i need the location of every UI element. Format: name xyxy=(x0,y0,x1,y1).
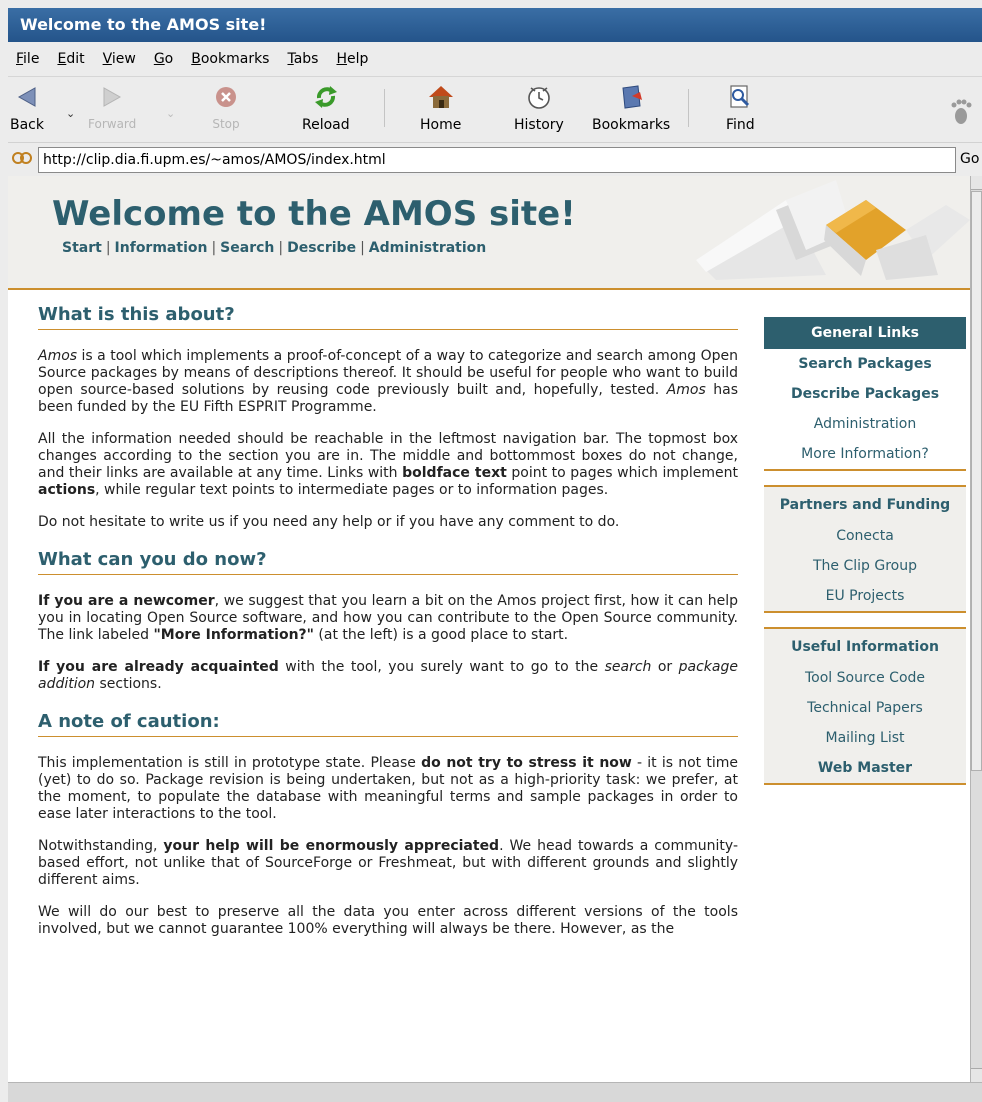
sidebar-item-tool-source-code[interactable]: Tool Source Code xyxy=(764,663,966,693)
back-arrow-icon xyxy=(13,83,41,111)
find-icon xyxy=(726,83,754,111)
bookmarks-icon xyxy=(617,83,645,111)
window-title-bar: Welcome to the AMOS site! xyxy=(8,8,982,42)
amos-logo xyxy=(676,180,970,288)
nav-start[interactable]: Start xyxy=(62,240,102,256)
reload-button[interactable]: Reload xyxy=(302,83,350,133)
stop-button[interactable]: Stop xyxy=(212,83,240,131)
stop-label: Stop xyxy=(212,117,240,131)
menu-file[interactable]: File xyxy=(16,51,39,67)
find-label: Find xyxy=(726,117,755,133)
bookmarks-label: Bookmarks xyxy=(592,117,671,133)
menu-edit[interactable]: Edit xyxy=(57,51,84,67)
nav-administration[interactable]: Administration xyxy=(369,240,486,256)
history-button[interactable]: History xyxy=(514,83,564,133)
find-button[interactable]: Find xyxy=(726,83,755,133)
url-input[interactable]: http://clip.dia.fi.upm.es/~amos/AMOS/ind… xyxy=(38,147,956,173)
toolbar-separator xyxy=(688,89,689,127)
about-paragraph-2: All the information needed should be rea… xyxy=(38,431,738,498)
home-icon xyxy=(427,83,455,111)
section-title-caution: A note of caution: xyxy=(38,713,738,737)
site-header: Welcome to the AMOS site! Start | Informat… xyxy=(8,176,970,290)
sidebar-item-technical-papers[interactable]: Technical Papers xyxy=(764,693,966,723)
throbber-footprint-icon xyxy=(950,99,972,129)
useful-info-box: Useful Information Tool Source Code Tech… xyxy=(764,627,966,785)
general-links-title: General Links xyxy=(764,317,966,349)
forward-label: Forward xyxy=(88,117,137,131)
site-icon xyxy=(12,151,32,169)
section-title-now: What can you do now? xyxy=(38,551,738,575)
sidebar-item-clip-group[interactable]: The Clip Group xyxy=(764,551,966,581)
address-bar: http://clip.dia.fi.upm.es/~amos/AMOS/ind… xyxy=(8,142,982,176)
general-links-box: General Links Search Packages Describe P… xyxy=(764,317,966,471)
sidebar-item-describe-packages[interactable]: Describe Packages xyxy=(764,379,966,409)
sidebar-item-conecta[interactable]: Conecta xyxy=(764,521,966,551)
reload-label: Reload xyxy=(302,117,350,133)
partners-box: Partners and Funding Conecta The Clip Gr… xyxy=(764,485,966,613)
toolbar-separator xyxy=(384,89,385,127)
history-icon xyxy=(525,83,553,111)
scrollbar-thumb[interactable] xyxy=(971,191,982,771)
menu-view[interactable]: View xyxy=(103,51,136,67)
scroll-down-arrow-icon[interactable] xyxy=(971,1068,982,1082)
main-content: What is this about? Amos is a tool which… xyxy=(38,306,738,953)
top-navigation: Start | Information | Search | Describe | Admini… xyxy=(62,240,487,256)
home-button[interactable]: Home xyxy=(420,83,461,133)
go-button[interactable]: Go xyxy=(960,151,979,167)
menu-bookmarks[interactable]: Bookmarks xyxy=(191,51,269,67)
nav-information[interactable]: Information xyxy=(115,240,208,256)
menu-go[interactable]: Go xyxy=(154,51,173,67)
forward-button[interactable]: Forward xyxy=(88,83,136,131)
about-paragraph-1: Amos is a tool which implements a proof-… xyxy=(38,348,738,415)
bookmarks-button[interactable]: Bookmarks xyxy=(592,83,670,133)
site-title: Welcome to the AMOS site! xyxy=(52,194,576,234)
forward-arrow-icon xyxy=(98,83,126,111)
section-title-about: What is this about? xyxy=(38,306,738,330)
about-paragraph-3: Do not hesitate to write us if you need … xyxy=(38,514,620,530)
home-label: Home xyxy=(420,117,462,133)
caution-paragraph-3: We will do our best to preserve all the … xyxy=(38,904,738,937)
status-bar xyxy=(8,1082,982,1102)
back-dropdown-icon[interactable]: ⌄ xyxy=(66,107,75,120)
back-button[interactable]: Back xyxy=(10,83,44,133)
nav-search[interactable]: Search xyxy=(220,240,274,256)
sidebar-item-more-information[interactable]: More Information? xyxy=(764,439,966,469)
navigation-toolbar: Back ⌄ Forward ⌄ Stop Reload Home Histor… xyxy=(8,76,982,142)
nav-describe[interactable]: Describe xyxy=(287,240,356,256)
now-paragraph-1: If you are a newcomer, we suggest that y… xyxy=(38,593,738,643)
reload-icon xyxy=(312,83,340,111)
history-label: History xyxy=(514,117,564,133)
sidebar-item-mailing-list[interactable]: Mailing List xyxy=(764,723,966,753)
partners-title: Partners and Funding xyxy=(764,485,966,521)
page-viewport: Welcome to the AMOS site! Start | Informat… xyxy=(8,176,970,1082)
back-label: Back xyxy=(10,117,44,133)
useful-info-title: Useful Information xyxy=(764,627,966,663)
caution-paragraph-2: Notwithstanding, your help will be enorm… xyxy=(38,838,738,888)
sidebar-item-administration[interactable]: Administration xyxy=(764,409,966,439)
now-paragraph-2: If you are already acquainted with the t… xyxy=(38,659,738,692)
menu-bar: File Edit View Go Bookmarks Tabs Help xyxy=(8,42,982,76)
vertical-scrollbar[interactable] xyxy=(970,176,982,1082)
caution-paragraph-1: This implementation is still in prototyp… xyxy=(38,755,738,822)
sidebar-item-search-packages[interactable]: Search Packages xyxy=(764,349,966,379)
menu-tabs[interactable]: Tabs xyxy=(287,51,318,67)
menu-help[interactable]: Help xyxy=(336,51,368,67)
window-title: Welcome to the AMOS site! xyxy=(20,15,267,34)
scroll-up-arrow-icon[interactable] xyxy=(971,176,982,190)
forward-dropdown-icon[interactable]: ⌄ xyxy=(166,107,175,120)
sidebar: General Links Search Packages Describe P… xyxy=(764,317,966,799)
sidebar-item-eu-projects[interactable]: EU Projects xyxy=(764,581,966,611)
sidebar-item-web-master[interactable]: Web Master xyxy=(764,753,966,783)
stop-icon xyxy=(212,83,240,111)
